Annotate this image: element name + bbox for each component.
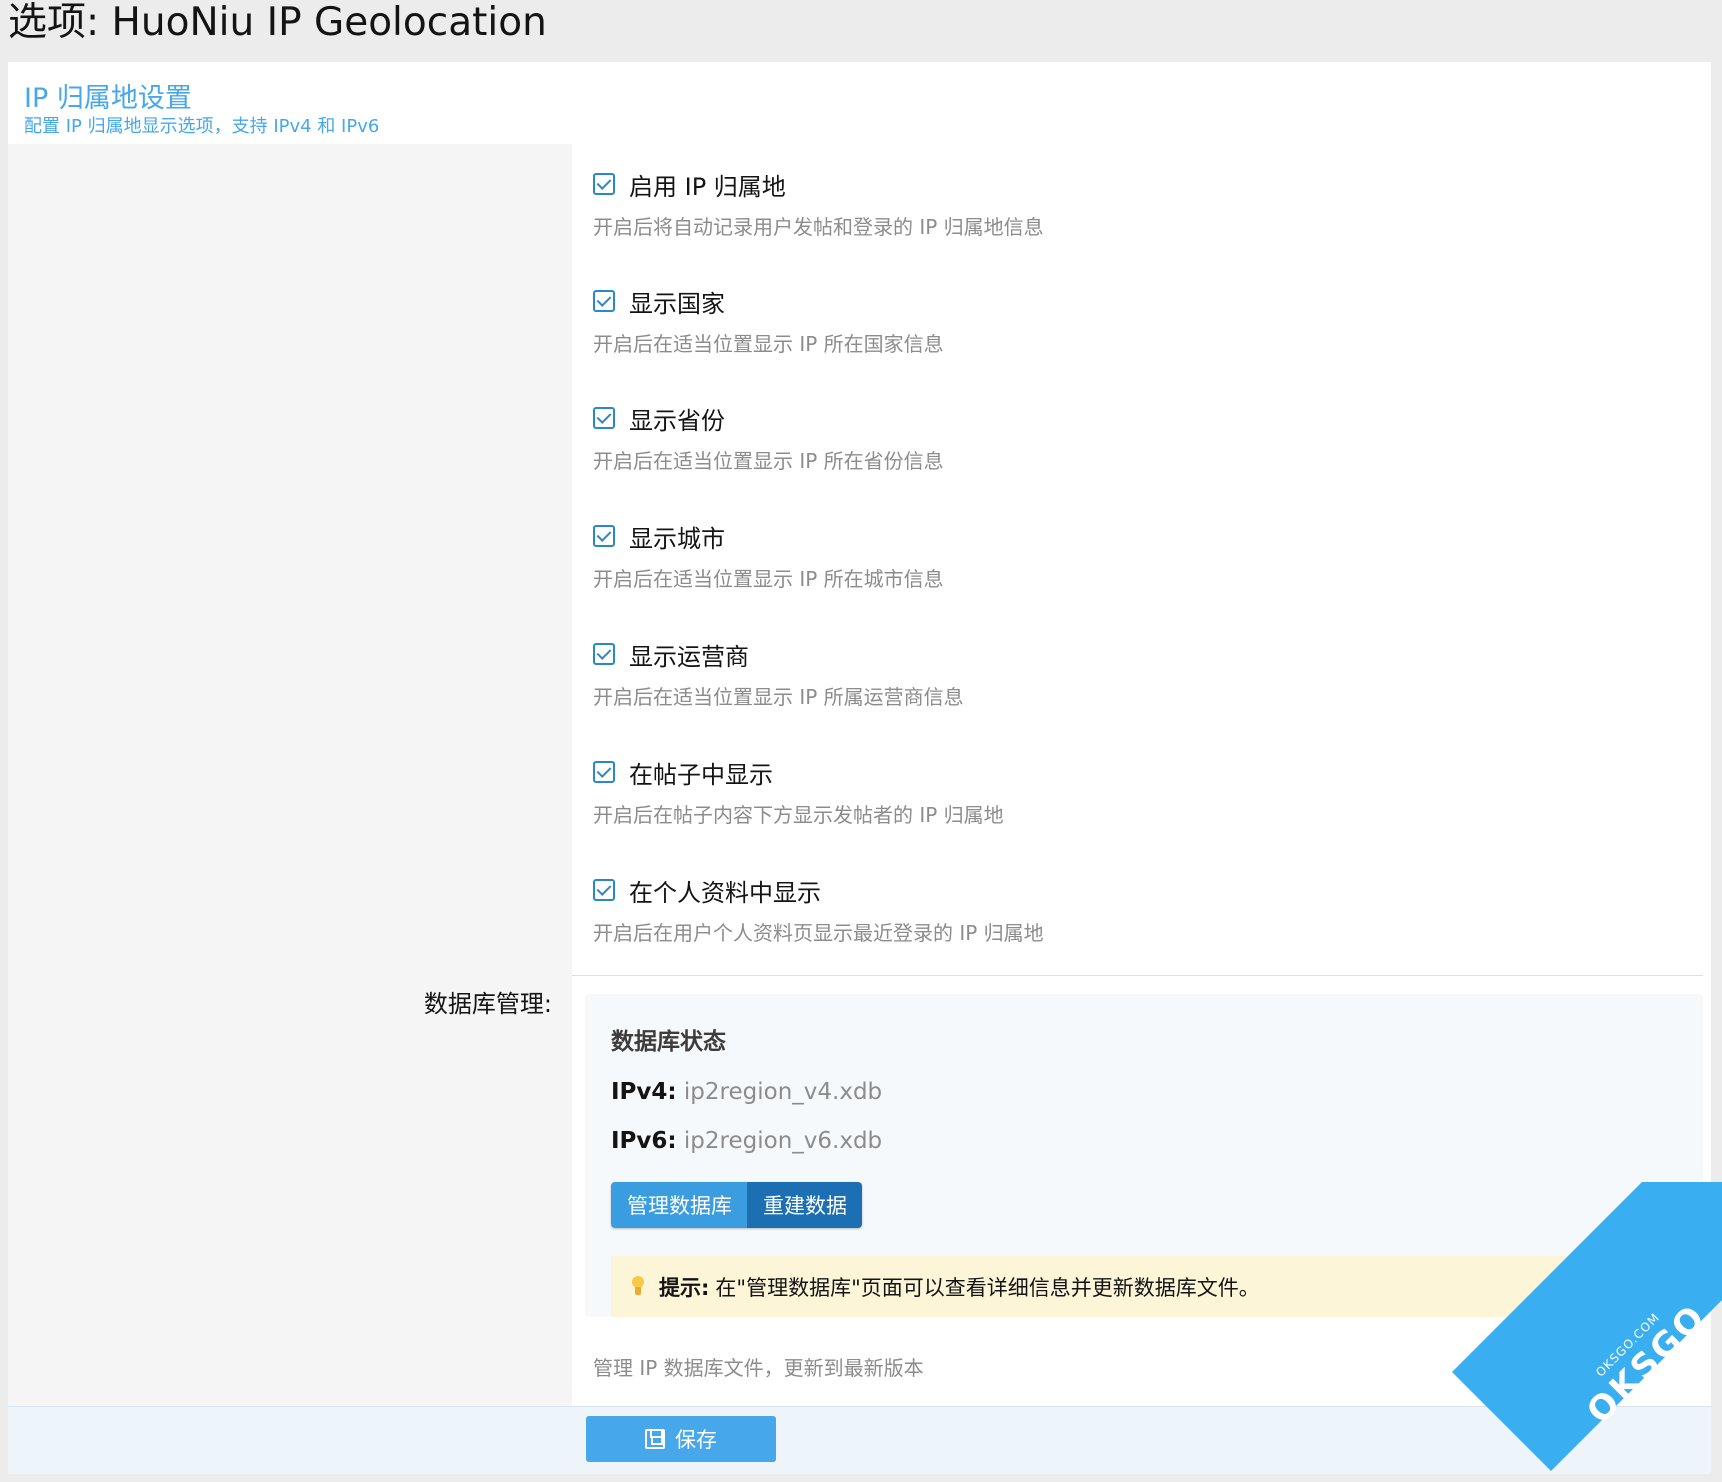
checkbox-show-in-profile[interactable] <box>593 879 615 901</box>
label-column: 数据库管理: <box>8 144 572 1406</box>
database-row-label: 数据库管理: <box>423 990 552 1018</box>
save-icon <box>645 1429 665 1449</box>
option-show-in-posts: 在帖子中显示 开启后在帖子内容下方显示发帖者的 IP 归属地 <box>593 754 1693 864</box>
option-hint: 开启后在用户个人资料页显示最近登录的 IP 归属地 <box>593 921 1044 945</box>
option-hint: 开启后在适当位置显示 IP 所属运营商信息 <box>593 685 964 709</box>
block-title: IP 归属地设置 <box>24 83 192 114</box>
ipv6-status: IPv6: ip2region_v6.xdb <box>611 1128 882 1154</box>
manage-database-button[interactable]: 管理数据库 <box>611 1182 747 1228</box>
option-enable-ip-location: 启用 IP 归属地 开启后将自动记录用户发帖和登录的 IP 归属地信息 <box>593 166 1693 276</box>
checkbox-show-in-posts[interactable] <box>593 761 615 783</box>
option-hint: 开启后在适当位置显示 IP 所在省份信息 <box>593 449 944 473</box>
watermark: OKSGO.COM OKSGO <box>1422 1182 1722 1482</box>
save-button[interactable]: 保存 <box>586 1416 776 1462</box>
checkbox-show-country[interactable] <box>593 290 615 312</box>
ipv4-status: IPv4: ip2region_v4.xdb <box>611 1079 882 1105</box>
option-show-province: 显示省份 开启后在适当位置显示 IP 所在省份信息 <box>593 400 1693 510</box>
option-show-isp: 显示运营商 开启后在适当位置显示 IP 所属运营商信息 <box>593 636 1693 746</box>
checkbox-show-city[interactable] <box>593 525 615 547</box>
database-button-group: 管理数据库 重建数据 <box>611 1182 862 1228</box>
option-list: 启用 IP 归属地 开启后将自动记录用户发帖和登录的 IP 归属地信息 显示国家… <box>572 144 1703 976</box>
ipv6-value: ip2region_v6.xdb <box>683 1128 883 1154</box>
option-label[interactable]: 显示运营商 <box>629 637 749 672</box>
option-label[interactable]: 显示城市 <box>629 519 725 554</box>
lightbulb-icon <box>629 1275 647 1298</box>
option-hint: 开启后在适当位置显示 IP 所在国家信息 <box>593 332 944 356</box>
option-hint: 开启后在帖子内容下方显示发帖者的 IP 归属地 <box>593 803 1004 827</box>
ipv4-value: ip2region_v4.xdb <box>683 1079 883 1105</box>
save-button-label: 保存 <box>675 1428 717 1452</box>
ipv6-label: IPv6: <box>611 1128 677 1154</box>
tip-text: 在"管理数据库"页面可以查看详细信息并更新数据库文件。 <box>715 1275 1260 1300</box>
checkbox-show-province[interactable] <box>593 407 615 429</box>
option-label[interactable]: 启用 IP 归属地 <box>629 167 786 202</box>
database-hint: 管理 IP 数据库文件，更新到最新版本 <box>593 1356 924 1380</box>
block-description: 配置 IP 归属地显示选项，支持 IPv4 和 IPv6 <box>24 116 380 137</box>
option-label[interactable]: 显示国家 <box>629 284 725 319</box>
option-show-country: 显示国家 开启后在适当位置显示 IP 所在国家信息 <box>593 283 1693 393</box>
block-header: IP 归属地设置 配置 IP 归属地显示选项，支持 IPv4 和 IPv6 <box>8 62 1711 144</box>
checkbox-show-isp[interactable] <box>593 643 615 665</box>
option-show-in-profile: 在个人资料中显示 开启后在用户个人资料页显示最近登录的 IP 归属地 <box>593 872 1693 982</box>
ipv4-label: IPv4: <box>611 1079 677 1105</box>
option-hint: 开启后将自动记录用户发帖和登录的 IP 归属地信息 <box>593 215 1044 239</box>
option-label[interactable]: 在个人资料中显示 <box>629 873 821 908</box>
tip-label: 提示: <box>659 1275 710 1300</box>
option-label[interactable]: 在帖子中显示 <box>629 755 773 790</box>
page-title: 选项: HuoNiu IP Geolocation <box>8 0 547 45</box>
option-hint: 开启后在适当位置显示 IP 所在城市信息 <box>593 567 944 591</box>
option-label[interactable]: 显示省份 <box>629 401 725 436</box>
rebuild-data-button[interactable]: 重建数据 <box>747 1182 862 1228</box>
database-status-title: 数据库状态 <box>611 1029 726 1055</box>
option-show-city: 显示城市 开启后在适当位置显示 IP 所在城市信息 <box>593 518 1693 628</box>
checkbox-enable-ip-location[interactable] <box>593 173 615 195</box>
